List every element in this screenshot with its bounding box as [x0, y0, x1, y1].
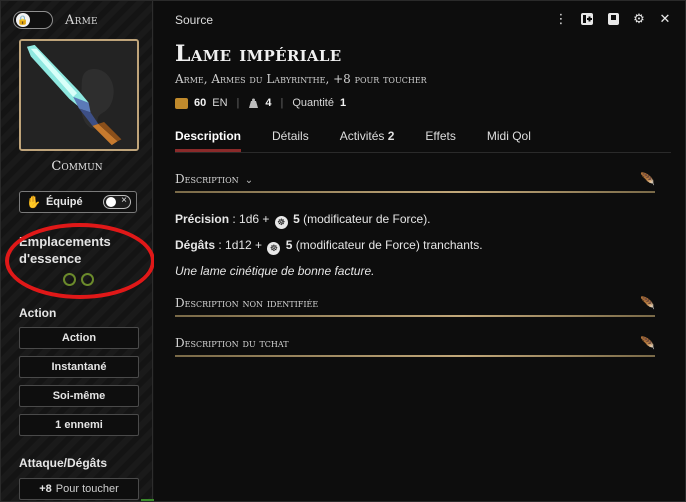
tab-activities-count: 2 [387, 129, 395, 143]
damage-formula[interactable]: 1d12 + [225, 238, 262, 252]
switch-knob [106, 197, 116, 207]
item-name[interactable]: Lame impériale [175, 41, 341, 67]
damage-line: Dégâts : 1d12 + ☸ 5 (modificateur de For… [175, 238, 483, 255]
unidentified-description-title[interactable]: Description non identifiée [175, 296, 318, 310]
divider: | [280, 97, 284, 109]
section-rule [175, 191, 655, 193]
damage-modifier[interactable]: 5 [286, 238, 293, 252]
d20-icon: ☸ [274, 216, 288, 229]
description-section: Description ⌄ 🪶 [175, 169, 655, 193]
precision-modifier[interactable]: 5 [293, 212, 300, 226]
add-content-icon[interactable] [579, 11, 595, 27]
item-meta-row: 60 EN | 4 | Quantité 1 [175, 97, 346, 109]
precision-formula[interactable]: 1d6 + [239, 212, 269, 226]
journal-icon[interactable] [605, 11, 621, 27]
description-section-toggle[interactable]: Description ⌄ [175, 172, 253, 186]
weight-value[interactable]: 4 [265, 97, 271, 109]
chevron-down-icon: ⌄ [244, 175, 254, 186]
close-window-icon[interactable]: ✕ [657, 11, 673, 27]
equip-label: Équipé [45, 196, 83, 208]
weight-icon [249, 98, 259, 108]
tabs-divider [175, 152, 671, 153]
more-menu-icon[interactable]: ⋮ [553, 11, 569, 27]
gear-icon[interactable]: ⚙ [631, 11, 647, 27]
divider: | [236, 97, 240, 109]
item-main-panel: Source ⋮ ⚙ ✕ Lame impériale Arme, Armes … [154, 1, 685, 501]
action-section-header: Action [19, 306, 57, 320]
attack-damage-header: Attaque/Dégâts [19, 456, 108, 470]
price-unit: EN [212, 97, 228, 109]
d20-icon: ☸ [267, 242, 281, 255]
item-subtitle: Arme, Armes du Labyrinthe, +8 pour touch… [175, 72, 427, 86]
chat-description-title[interactable]: Description du tchat [175, 336, 289, 350]
item-type-label: Arme [65, 13, 98, 28]
currency-icon [175, 97, 188, 109]
essence-slots [63, 273, 94, 286]
range-pill[interactable]: Soi-même [19, 385, 139, 407]
item-portrait[interactable] [19, 39, 139, 151]
close-icon: × [121, 195, 127, 206]
flavor-text: Une lame cinétique de bonne facture. [175, 264, 375, 278]
tab-effects[interactable]: Effets [425, 129, 455, 152]
edit-feather-icon[interactable]: 🪶 [640, 296, 655, 310]
blade-image [21, 41, 137, 149]
precision-note: (modificateur de Force). [303, 212, 431, 226]
essence-slot[interactable] [63, 273, 76, 286]
essence-slot[interactable] [81, 273, 94, 286]
sheet-tabs: Description Détails Activités 2 Effets M… [175, 129, 562, 152]
unidentified-description-section: Description non identifiée 🪶 [175, 293, 655, 317]
chat-description-section: Description du tchat 🪶 [175, 333, 655, 357]
section-rule [175, 355, 655, 357]
description-section-title: Description [175, 172, 239, 186]
tab-activities[interactable]: Activités 2 [340, 129, 395, 152]
description-body: Précision : 1d6 + ☸ 5 (modificateur de F… [175, 206, 655, 284]
tab-details[interactable]: Détails [272, 129, 309, 152]
attack-bonus-value: +8 [39, 483, 52, 495]
section-rule [175, 315, 655, 317]
equip-toggle-row[interactable]: ✋ Équipé × [19, 191, 137, 213]
precision-line: Précision : 1d6 + ☸ 5 (modificateur de F… [175, 212, 431, 229]
item-sidebar: 🔒 Arme Commun ✋ Équipé × Emplacements d'… [1, 1, 171, 501]
edit-feather-icon[interactable]: 🪶 [640, 172, 655, 186]
window-toolbar: ⋮ ⚙ ✕ [553, 11, 673, 27]
essence-slots-title: Emplacements d'essence [19, 234, 111, 266]
attack-bonus-pill[interactable]: +8 Pour toucher [19, 478, 139, 500]
tab-description[interactable]: Description [175, 129, 242, 152]
item-sheet-window: 🔒 Arme Commun ✋ Équipé × Emplacements d'… [0, 0, 686, 502]
lock-icon: 🔒 [16, 13, 30, 27]
edit-feather-icon[interactable]: 🪶 [640, 336, 655, 350]
quantity-value[interactable]: 1 [340, 97, 346, 109]
damage-label: Dégâts [175, 238, 216, 252]
quantity-label: Quantité [292, 97, 334, 109]
tab-activities-label: Activités [339, 129, 385, 143]
price-value[interactable]: 60 [194, 97, 206, 109]
precision-label: Précision [175, 212, 230, 226]
equip-switch[interactable]: × [103, 195, 131, 209]
tab-midi-qol[interactable]: Midi Qol [487, 129, 531, 152]
lock-toggle[interactable]: 🔒 [13, 11, 53, 29]
source-link[interactable]: Source [175, 13, 213, 27]
rarity-label: Commun [51, 159, 103, 174]
damage-note: (modificateur de Force) tranchants. [295, 238, 483, 252]
action-type-pill[interactable]: Action [19, 327, 139, 349]
attack-bonus-label: Pour toucher [55, 483, 119, 495]
hand-icon: ✋ [26, 195, 41, 209]
target-pill[interactable]: 1 ennemi [19, 414, 139, 436]
duration-pill[interactable]: Instantané [19, 356, 139, 378]
